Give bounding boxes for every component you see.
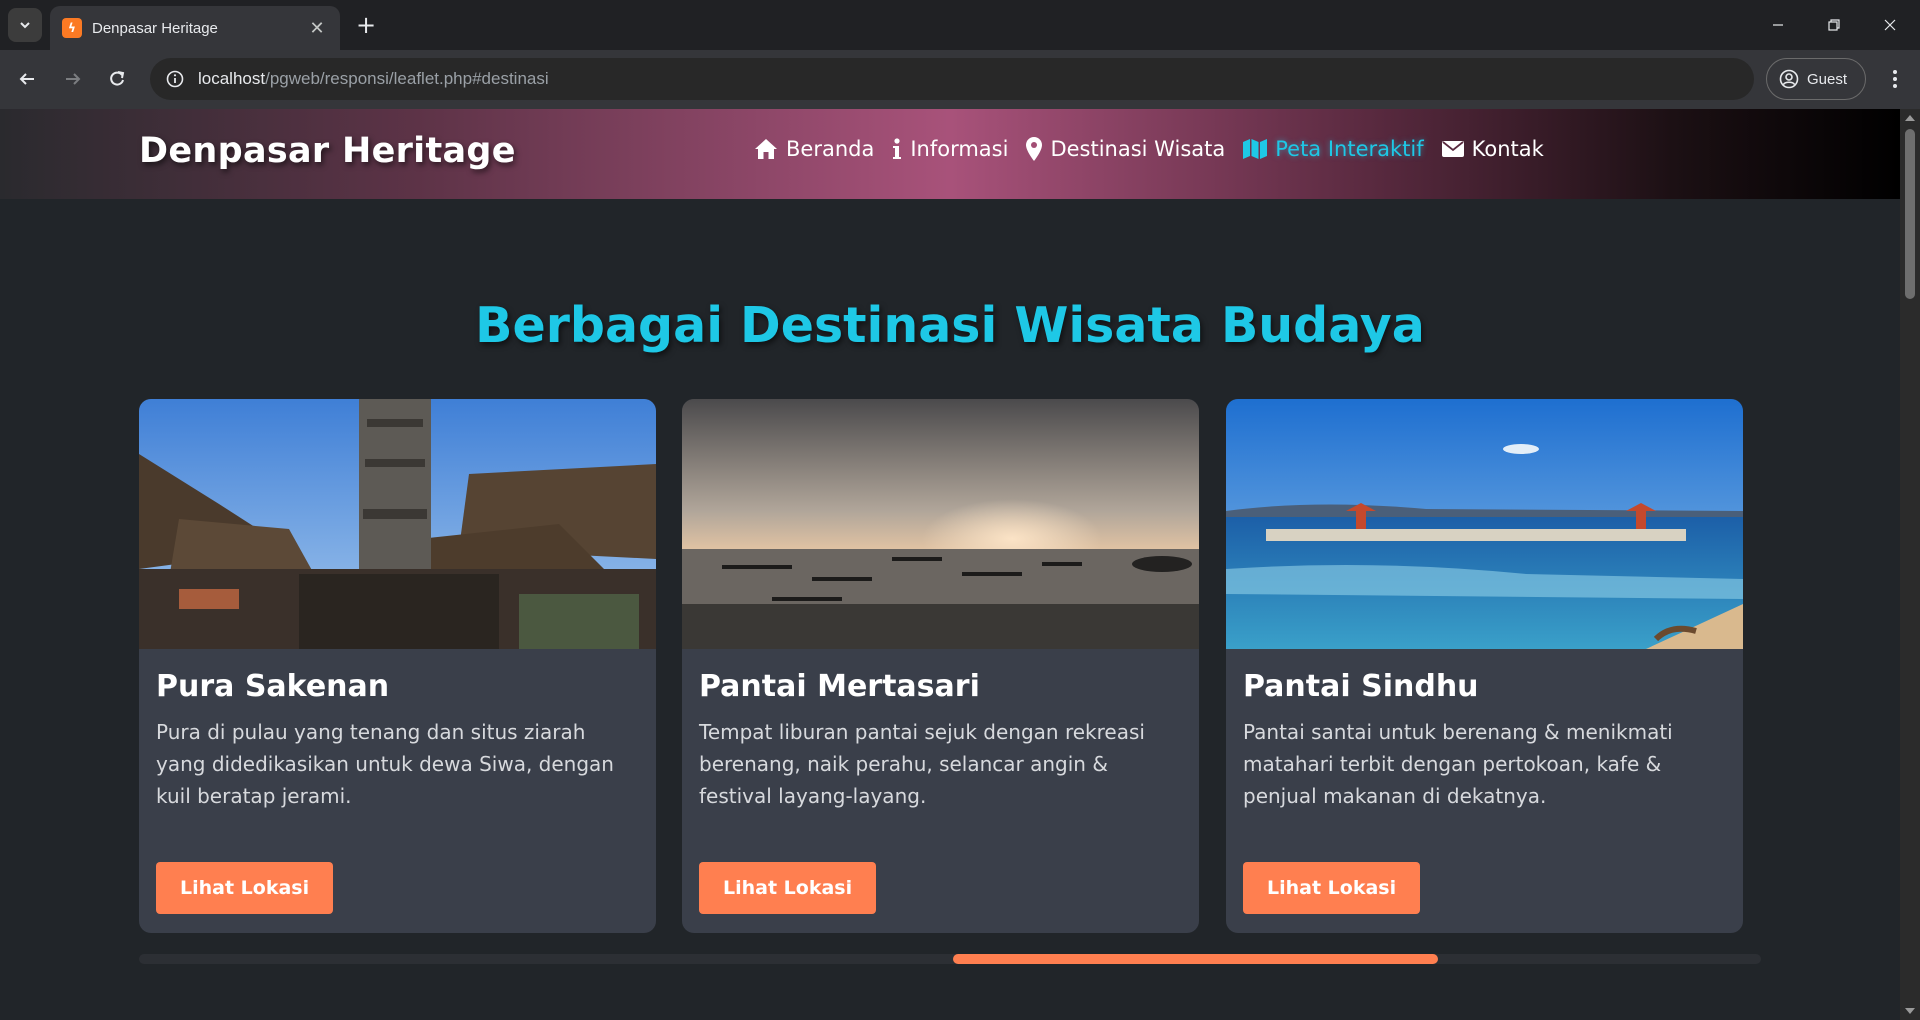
nav-item-label: Peta Interaktif (1275, 137, 1424, 161)
view-location-button[interactable]: Lihat Lokasi (699, 862, 877, 914)
restore-button[interactable] (1814, 8, 1854, 42)
pantai-sindhu-photo (1226, 399, 1743, 649)
url-host: localhost (198, 69, 266, 88)
profile-label: Guest (1807, 70, 1848, 88)
carousel-scrollbar-thumb[interactable] (953, 954, 1438, 964)
carousel-scrollbar[interactable] (139, 954, 1761, 964)
view-location-button[interactable]: Lihat Lokasi (1243, 862, 1421, 914)
tab-search-button[interactable] (8, 8, 42, 42)
card-title: Pantai Mertasari (699, 669, 980, 704)
profile-icon (1779, 69, 1799, 89)
nav-item-kontak[interactable]: Kontak (1441, 137, 1544, 161)
card-description: Pura di pulau yang tenang dan situs ziar… (156, 720, 614, 808)
pura-sakenan-photo (139, 399, 656, 649)
scroll-up-arrow-icon[interactable] (1905, 115, 1915, 121)
site-brand[interactable]: Denpasar Heritage (139, 131, 516, 171)
nav-item-label: Beranda (786, 137, 875, 161)
destination-card: Pantai Mertasari Tempat liburan pantai s… (682, 399, 1199, 933)
browser-menu-button[interactable] (1878, 62, 1912, 96)
close-icon (1884, 19, 1896, 31)
browser-tab[interactable]: ϟ Denpasar Heritage ✕ (50, 6, 340, 50)
map-icon (1243, 139, 1268, 159)
nav-item-destinasi-wisata[interactable]: Destinasi Wisata (1026, 137, 1225, 161)
nav-item-peta-interaktif[interactable]: Peta Interaktif (1243, 137, 1424, 161)
arrow-right-icon (66, 73, 81, 85)
xampp-favicon-icon: ϟ (62, 18, 82, 38)
nav-item-beranda[interactable]: Beranda (754, 137, 874, 161)
nav-item-label: Informasi (910, 137, 1009, 161)
view-location-button[interactable]: Lihat Lokasi (156, 862, 334, 914)
destination-card: Pantai Sindhu Pantai santai untuk berena… (1226, 399, 1743, 933)
forward-button[interactable] (56, 62, 90, 96)
info-icon (893, 138, 902, 159)
browser-tabstrip: ϟ Denpasar Heritage ✕ + (0, 0, 1920, 50)
scroll-down-arrow-icon[interactable] (1905, 1008, 1915, 1014)
url-path: /pgweb/responsi/leaflet.php#destinasi (265, 69, 549, 88)
card-description: Pantai santai untuk berenang & menikmati… (1243, 720, 1673, 808)
map-marker-icon (1026, 137, 1043, 161)
nav-menu: Beranda Informasi Destinasi Wisata Peta … (754, 137, 1544, 161)
page-scrollbar-thumb[interactable] (1905, 129, 1915, 299)
nav-item-informasi[interactable]: Informasi (892, 137, 1008, 161)
page-scrollbar[interactable] (1900, 109, 1920, 1020)
chevron-down-icon (20, 22, 30, 29)
home-icon (755, 139, 777, 159)
envelope-icon (1441, 141, 1464, 157)
profile-button[interactable]: Guest (1766, 58, 1866, 100)
nav-item-label: Kontak (1471, 137, 1544, 161)
site-navbar: Denpasar Heritage Beranda Informasi Dest… (0, 109, 1900, 199)
site-info-icon[interactable] (164, 68, 186, 90)
minimize-icon (1773, 24, 1783, 26)
page-viewport: Denpasar Heritage Beranda Informasi Dest… (0, 109, 1900, 1020)
destination-card: Pura Sakenan Pura di pulau yang tenang d… (139, 399, 656, 933)
close-tab-icon[interactable]: ✕ (306, 18, 328, 39)
pantai-mertasari-photo (682, 399, 1199, 649)
card-title: Pura Sakenan (156, 669, 390, 704)
card-description: Tempat liburan pantai sejuk dengan rekre… (699, 720, 1145, 808)
section-title: Berbagai Destinasi Wisata Budaya (475, 297, 1425, 354)
card-title: Pantai Sindhu (1243, 669, 1479, 704)
arrow-left-icon (19, 73, 34, 85)
browser-toolbar: localhost/pgweb/responsi/leaflet.php#des… (0, 50, 1920, 109)
back-button[interactable] (10, 62, 44, 96)
new-tab-button[interactable]: + (352, 12, 380, 40)
reload-button[interactable] (100, 62, 134, 96)
nav-item-label: Destinasi Wisata (1050, 137, 1226, 161)
address-bar[interactable]: localhost/pgweb/responsi/leaflet.php#des… (150, 58, 1754, 100)
close-window-button[interactable] (1870, 8, 1910, 42)
more-vertical-icon (1893, 70, 1897, 88)
reload-icon (110, 71, 125, 86)
restore-icon (1828, 19, 1840, 31)
tab-title: Denpasar Heritage (92, 19, 218, 37)
minimize-button[interactable] (1758, 8, 1798, 42)
url-text: localhost/pgweb/responsi/leaflet.php#des… (198, 69, 549, 89)
